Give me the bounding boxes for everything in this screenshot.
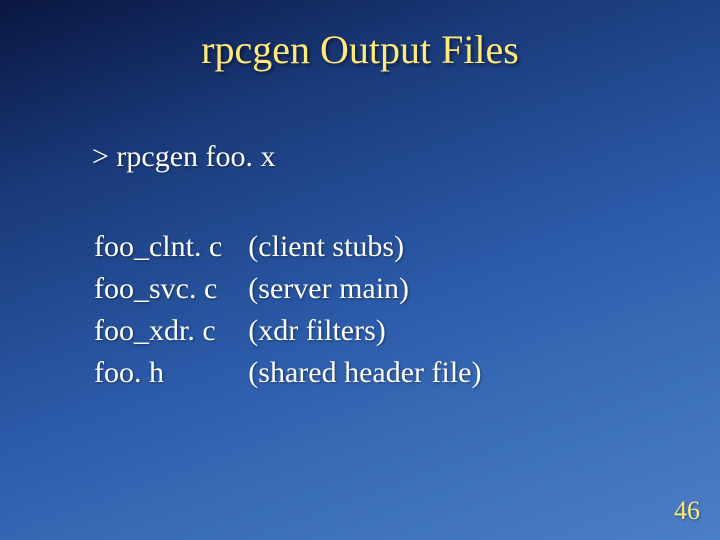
table-row: foo_svc. c (server main) [94,269,482,309]
output-files-table: foo_clnt. c (client stubs) foo_svc. c (s… [92,225,484,395]
file-desc: (xdr filters) [248,311,481,351]
file-name: foo_xdr. c [94,311,246,351]
file-name: foo_clnt. c [94,227,246,267]
file-desc: (server main) [248,269,481,309]
table-row: foo. h (shared header file) [94,353,482,393]
file-desc: (shared header file) [248,353,481,393]
table-row: foo_xdr. c (xdr filters) [94,311,482,351]
file-name: foo. h [94,353,246,393]
slide-title: rpcgen Output Files [0,26,720,73]
page-number: 46 [674,496,700,526]
file-desc: (client stubs) [248,227,481,267]
table-row: foo_clnt. c (client stubs) [94,227,482,267]
command-line: > rpcgen foo. x [92,140,276,174]
file-name: foo_svc. c [94,269,246,309]
